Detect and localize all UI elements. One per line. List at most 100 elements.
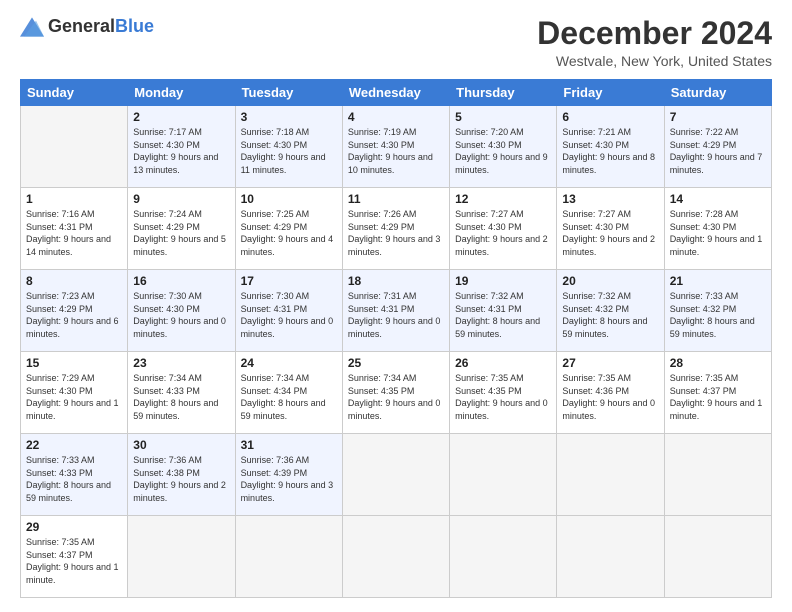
table-row [21,106,128,188]
day-number: 8 [26,274,122,288]
table-row: 9Sunrise: 7:24 AMSunset: 4:29 PMDaylight… [128,188,235,270]
day-info: Sunrise: 7:27 AMSunset: 4:30 PMDaylight:… [455,209,548,257]
col-saturday: Saturday [664,80,771,106]
logo-icon [20,17,44,37]
day-info: Sunrise: 7:35 AMSunset: 4:37 PMDaylight:… [26,537,119,585]
table-row: 13 Sunrise: 7:27 AMSunset: 4:30 PMDayligh… [557,188,664,270]
table-row: 18Sunrise: 7:31 AMSunset: 4:31 PMDayligh… [342,270,449,352]
day-number: 7 [670,110,766,124]
table-row: 1 Sunrise: 7:16 AMSunset: 4:31 PMDaylight… [21,188,128,270]
table-row: 11 Sunrise: 7:26 AMSunset: 4:29 PMDayligh… [342,188,449,270]
col-sunday: Sunday [21,80,128,106]
table-row: 26 Sunrise: 7:35 AMSunset: 4:35 PMDayligh… [450,352,557,434]
table-row [557,434,664,516]
table-row: 27 Sunrise: 7:35 AMSunset: 4:36 PMDayligh… [557,352,664,434]
table-row: 15Sunrise: 7:29 AMSunset: 4:30 PMDayligh… [21,352,128,434]
logo-general: General [48,16,115,36]
table-row: 24 Sunrise: 7:34 AMSunset: 4:34 PMDayligh… [235,352,342,434]
day-number: 10 [241,192,337,206]
logo-blue: Blue [115,16,154,36]
col-monday: Monday [128,80,235,106]
day-number: 16 [133,274,229,288]
table-row: 19Sunrise: 7:32 AMSunset: 4:31 PMDayligh… [450,270,557,352]
day-info: Sunrise: 7:18 AMSunset: 4:30 PMDaylight:… [241,127,326,175]
table-row [128,516,235,598]
day-number: 1 [26,192,122,206]
table-row: 31Sunrise: 7:36 AMSunset: 4:39 PMDayligh… [235,434,342,516]
day-info: Sunrise: 7:36 AMSunset: 4:38 PMDaylight:… [133,455,226,503]
day-number: 25 [348,356,444,370]
table-row [342,434,449,516]
month-title: December 2024 [537,16,772,51]
day-info: Sunrise: 7:34 AMSunset: 4:34 PMDaylight:… [241,373,326,421]
col-thursday: Thursday [450,80,557,106]
day-number: 6 [562,110,658,124]
table-row: 22Sunrise: 7:33 AMSunset: 4:33 PMDayligh… [21,434,128,516]
day-info: Sunrise: 7:33 AMSunset: 4:33 PMDaylight:… [26,455,111,503]
location: Westvale, New York, United States [537,53,772,69]
day-number: 11 [348,192,444,206]
table-row: 7 Sunrise: 7:22 AMSunset: 4:29 PMDaylight… [664,106,771,188]
table-row: 6 Sunrise: 7:21 AMSunset: 4:30 PMDaylight… [557,106,664,188]
table-row [342,516,449,598]
header: GeneralBlue December 2024 Westvale, New … [20,16,772,69]
day-number: 2 [133,110,229,124]
title-block: December 2024 Westvale, New York, United… [537,16,772,69]
day-info: Sunrise: 7:23 AMSunset: 4:29 PMDaylight:… [26,291,119,339]
table-row [664,434,771,516]
table-row: 17 Sunrise: 7:30 AMSunset: 4:31 PMDayligh… [235,270,342,352]
day-number: 26 [455,356,551,370]
day-number: 12 [455,192,551,206]
day-info: Sunrise: 7:17 AMSunset: 4:30 PMDaylight:… [133,127,218,175]
day-number: 27 [562,356,658,370]
calendar-table: Sunday Monday Tuesday Wednesday Thursday… [20,79,772,598]
table-row: 10 Sunrise: 7:25 AMSunset: 4:29 PMDayligh… [235,188,342,270]
col-wednesday: Wednesday [342,80,449,106]
day-number: 4 [348,110,444,124]
day-info: Sunrise: 7:29 AMSunset: 4:30 PMDaylight:… [26,373,119,421]
day-info: Sunrise: 7:22 AMSunset: 4:29 PMDaylight:… [670,127,763,175]
day-info: Sunrise: 7:35 AMSunset: 4:35 PMDaylight:… [455,373,548,421]
day-number: 14 [670,192,766,206]
day-number: 13 [562,192,658,206]
table-row: 20 Sunrise: 7:32 AMSunset: 4:32 PMDayligh… [557,270,664,352]
table-row: 2 Sunrise: 7:17 AMSunset: 4:30 PMDaylight… [128,106,235,188]
table-row [235,516,342,598]
table-row: 29Sunrise: 7:35 AMSunset: 4:37 PMDayligh… [21,516,128,598]
table-row [664,516,771,598]
day-info: Sunrise: 7:16 AMSunset: 4:31 PMDaylight:… [26,209,111,257]
day-info: Sunrise: 7:34 AMSunset: 4:35 PMDaylight:… [348,373,441,421]
day-number: 24 [241,356,337,370]
day-info: Sunrise: 7:26 AMSunset: 4:29 PMDaylight:… [348,209,441,257]
day-info: Sunrise: 7:25 AMSunset: 4:29 PMDaylight:… [241,209,334,257]
day-info: Sunrise: 7:28 AMSunset: 4:30 PMDaylight:… [670,209,763,257]
table-row: 5 Sunrise: 7:20 AMSunset: 4:30 PMDaylight… [450,106,557,188]
day-info: Sunrise: 7:27 AMSunset: 4:30 PMDaylight:… [562,209,655,257]
day-number: 19 [455,274,551,288]
day-number: 28 [670,356,766,370]
table-row: 21Sunrise: 7:33 AMSunset: 4:32 PMDayligh… [664,270,771,352]
table-row [557,516,664,598]
logo: GeneralBlue [20,16,154,37]
day-info: Sunrise: 7:20 AMSunset: 4:30 PMDaylight:… [455,127,548,175]
day-info: Sunrise: 7:21 AMSunset: 4:30 PMDaylight:… [562,127,655,175]
table-row: 23Sunrise: 7:34 AMSunset: 4:33 PMDayligh… [128,352,235,434]
col-tuesday: Tuesday [235,80,342,106]
table-row: 14 Sunrise: 7:28 AMSunset: 4:30 PMDayligh… [664,188,771,270]
day-info: Sunrise: 7:30 AMSunset: 4:31 PMDaylight:… [241,291,334,339]
day-info: Sunrise: 7:30 AMSunset: 4:30 PMDaylight:… [133,291,226,339]
table-row: 16 Sunrise: 7:30 AMSunset: 4:30 PMDayligh… [128,270,235,352]
table-row: 8 Sunrise: 7:23 AMSunset: 4:29 PMDaylight… [21,270,128,352]
day-info: Sunrise: 7:35 AMSunset: 4:36 PMDaylight:… [562,373,655,421]
day-number: 23 [133,356,229,370]
day-info: Sunrise: 7:35 AMSunset: 4:37 PMDaylight:… [670,373,763,421]
day-number: 17 [241,274,337,288]
day-number: 18 [348,274,444,288]
page: GeneralBlue December 2024 Westvale, New … [0,0,792,610]
table-row: 25 Sunrise: 7:34 AMSunset: 4:35 PMDayligh… [342,352,449,434]
table-row: 30Sunrise: 7:36 AMSunset: 4:38 PMDayligh… [128,434,235,516]
day-info: Sunrise: 7:32 AMSunset: 4:32 PMDaylight:… [562,291,647,339]
day-number: 5 [455,110,551,124]
col-friday: Friday [557,80,664,106]
day-number: 20 [562,274,658,288]
